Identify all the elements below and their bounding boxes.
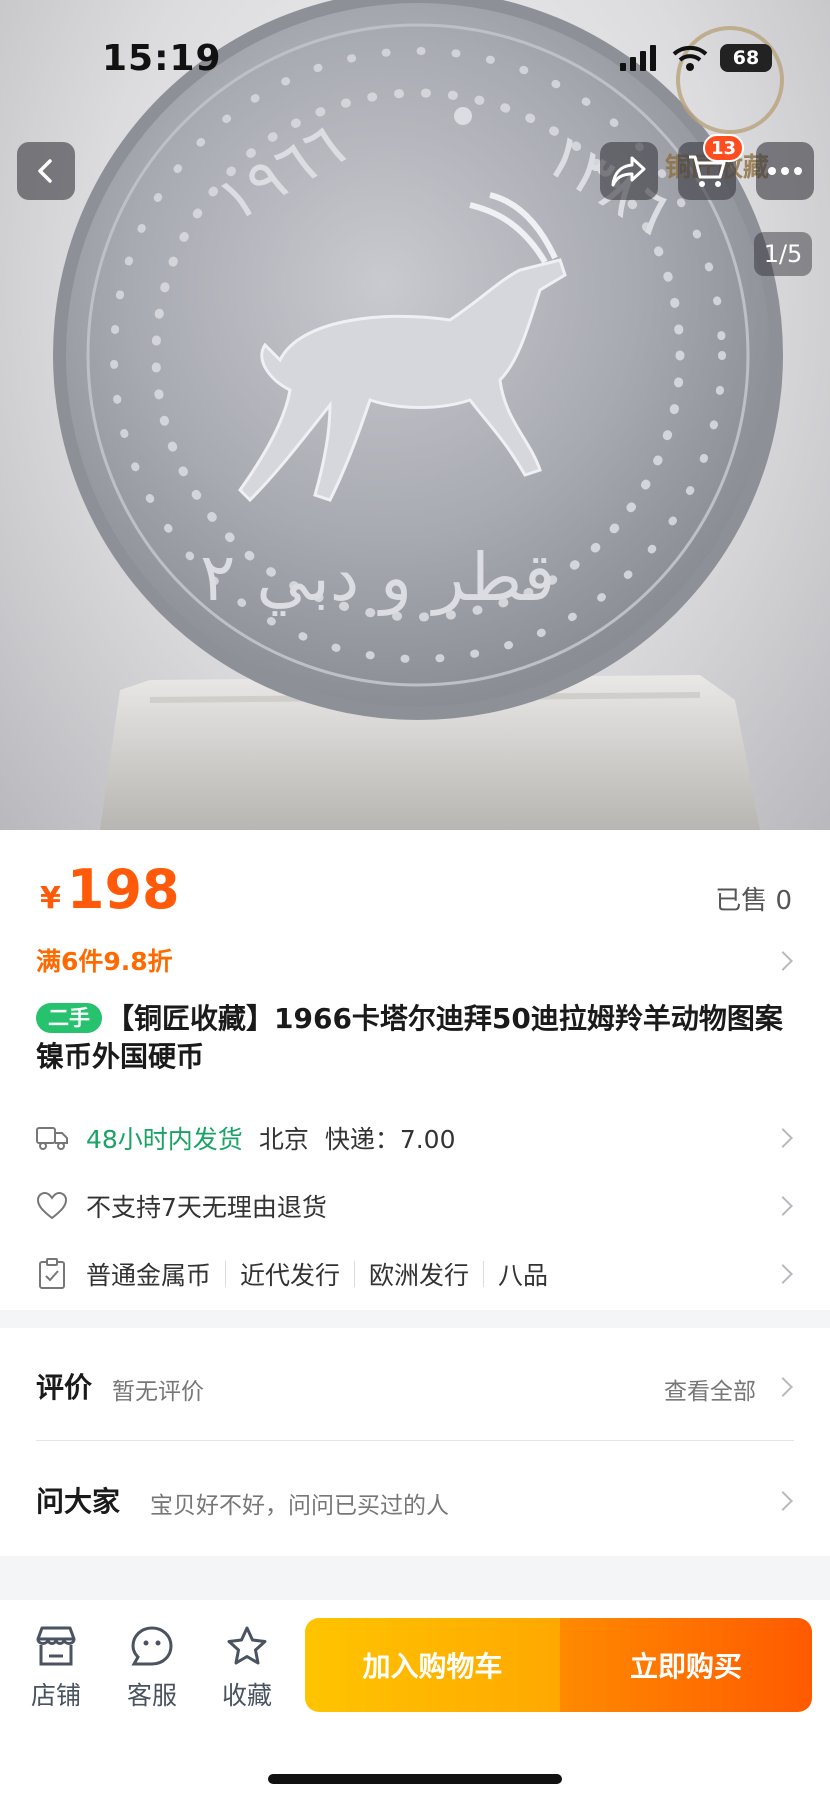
chevron-left-icon [38, 159, 52, 183]
chevron-right-icon [773, 1377, 793, 1397]
add-to-cart-button[interactable]: 加入购物车 [305, 1618, 560, 1712]
shop-button[interactable]: 店铺 [16, 1622, 96, 1712]
store-icon [16, 1622, 96, 1670]
buy-now-button[interactable]: 立即购买 [560, 1618, 812, 1712]
attribute-item: 近代发行 [240, 1261, 341, 1290]
chevron-right-icon [773, 1264, 793, 1284]
attribute-item: 普通金属币 [86, 1261, 212, 1290]
share-icon [611, 156, 646, 187]
qa-title: 问大家 [36, 1485, 121, 1518]
chevron-right-icon [773, 951, 793, 971]
truck-icon [36, 1122, 68, 1154]
coin-photo: ١٩٦٦ ١٣٨٦ قطر و دبي ٢ 铜匠收藏 [53, 0, 784, 830]
heart-icon [36, 1190, 68, 1222]
image-counter: 1/5 [754, 232, 812, 276]
chevron-right-icon [773, 1491, 793, 1511]
battery-indicator: 68 [720, 44, 772, 72]
attribute-item: 欧洲发行 [369, 1261, 470, 1290]
shipping-fee: 快递：7.00 [324, 1125, 456, 1154]
attribute-item: 八品 [498, 1261, 549, 1290]
qa-subtitle: 宝贝好不好，问问已买过的人 [150, 1493, 449, 1519]
shipping-speed: 48小时内发货 [86, 1125, 243, 1154]
favorite-label: 收藏 [221, 1681, 272, 1710]
more-button[interactable] [756, 142, 814, 200]
back-button[interactable] [17, 142, 75, 200]
product-title-text: 【铜匠收藏】1966卡塔尔迪拜50迪拉姆羚羊动物图案镍币外国硬币 [36, 1002, 783, 1073]
view-all-link[interactable]: 查看全部 [664, 1372, 756, 1406]
divider [354, 1261, 356, 1287]
service-label: 客服 [126, 1681, 177, 1710]
status-time: 15:19 [102, 38, 222, 79]
product-image-gallery[interactable]: ١٩٦٦ ١٣٨٦ قطر و دبي ٢ 铜匠收藏 15:19 68 [0, 0, 830, 830]
more-dots-icon [768, 167, 802, 175]
reviews-title: 评价 [36, 1371, 93, 1404]
divider [483, 1261, 485, 1287]
reviews-qa-card: 评价 暂无评价 查看全部 问大家 宝贝好不好，问问已买过的人 [0, 1328, 830, 1556]
star-icon [207, 1622, 287, 1670]
price-value: 198 [66, 858, 180, 921]
sold-count: 已售 0 [715, 886, 792, 916]
reviews-subtitle: 暂无评价 [112, 1379, 204, 1405]
coin-bottom-inscription: قطر و دبي ٢ [200, 539, 555, 616]
service-button[interactable]: 客服 [112, 1622, 192, 1712]
clipboard-icon [36, 1258, 68, 1290]
status-icons: 68 [620, 44, 772, 72]
wifi-icon [672, 45, 708, 71]
divider [225, 1261, 227, 1287]
share-button[interactable] [600, 142, 658, 200]
return-policy: 不支持7天无理由退货 [86, 1193, 327, 1222]
shipping-origin: 北京 [258, 1125, 309, 1154]
cart-button[interactable]: 13 [678, 134, 744, 200]
chevron-right-icon [773, 1196, 793, 1216]
status-bar: 15:19 68 [0, 0, 830, 120]
home-indicator[interactable] [268, 1774, 562, 1784]
shop-label: 店铺 [30, 1681, 81, 1710]
product-title: 二手 【铜匠收藏】1966卡塔尔迪拜50迪拉姆羚羊动物图案镍币外国硬币 [36, 1000, 796, 1076]
bottom-action-bar: 店铺 客服 收藏 加入购物车 立即购买 [0, 1600, 830, 1800]
currency-symbol: ¥ [40, 881, 61, 916]
cart-count-badge: 13 [702, 134, 744, 162]
divider [36, 1440, 794, 1441]
price: ¥ 198 [40, 858, 180, 921]
signal-icon [620, 45, 656, 71]
chat-face-icon [112, 1622, 192, 1670]
favorite-button[interactable]: 收藏 [207, 1622, 287, 1712]
product-info-card: ¥ 198 已售 0 满6件9.8折 二手 【铜匠收藏】1966卡塔尔迪拜50迪拉… [0, 830, 830, 1310]
used-tag: 二手 [36, 1003, 102, 1033]
promo-text: 满6件9.8折 [36, 947, 173, 976]
chevron-right-icon [773, 1128, 793, 1148]
